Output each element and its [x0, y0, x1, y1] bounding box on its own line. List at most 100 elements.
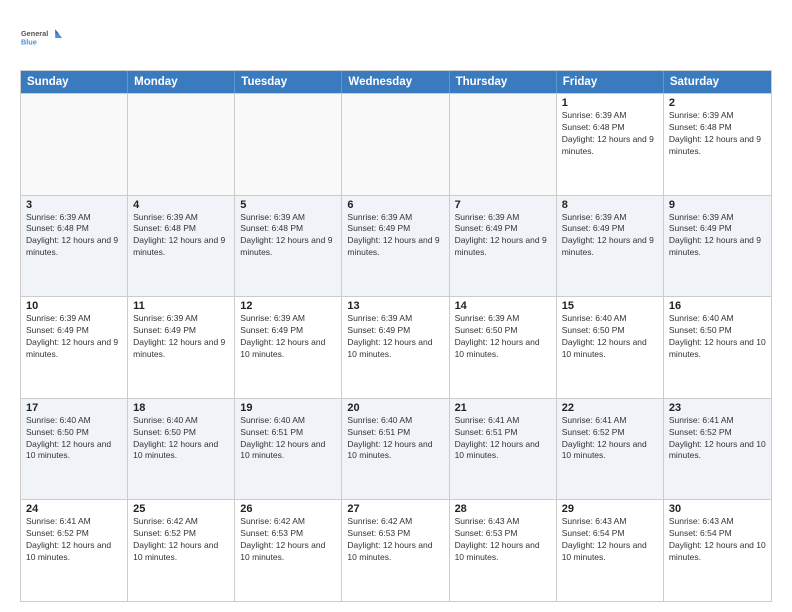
day-number: 15: [562, 300, 658, 312]
day-cell: 25Sunrise: 6:42 AMSunset: 6:52 PMDayligh…: [128, 500, 235, 601]
day-number: 16: [669, 300, 766, 312]
weekday-header: Saturday: [664, 71, 771, 93]
page: General Blue SundayMondayTuesdayWednesda…: [0, 0, 792, 612]
day-number: 28: [455, 503, 551, 515]
day-number: 19: [240, 402, 336, 414]
day-cell: 29Sunrise: 6:43 AMSunset: 6:54 PMDayligh…: [557, 500, 664, 601]
day-info: Sunrise: 6:39 AMSunset: 6:48 PMDaylight:…: [562, 110, 658, 158]
day-info: Sunrise: 6:39 AMSunset: 6:48 PMDaylight:…: [133, 212, 229, 260]
day-number: 3: [26, 199, 122, 211]
weekday-header: Thursday: [450, 71, 557, 93]
day-number: 6: [347, 199, 443, 211]
day-cell: 4Sunrise: 6:39 AMSunset: 6:48 PMDaylight…: [128, 196, 235, 297]
day-info: Sunrise: 6:43 AMSunset: 6:54 PMDaylight:…: [562, 516, 658, 564]
day-number: 23: [669, 402, 766, 414]
day-cell: 13Sunrise: 6:39 AMSunset: 6:49 PMDayligh…: [342, 297, 449, 398]
day-info: Sunrise: 6:39 AMSunset: 6:49 PMDaylight:…: [455, 212, 551, 260]
day-info: Sunrise: 6:41 AMSunset: 6:52 PMDaylight:…: [669, 415, 766, 463]
day-cell: 20Sunrise: 6:40 AMSunset: 6:51 PMDayligh…: [342, 399, 449, 500]
day-info: Sunrise: 6:39 AMSunset: 6:48 PMDaylight:…: [26, 212, 122, 260]
day-number: 9: [669, 199, 766, 211]
empty-cell: [21, 94, 128, 195]
day-cell: 12Sunrise: 6:39 AMSunset: 6:49 PMDayligh…: [235, 297, 342, 398]
day-number: 8: [562, 199, 658, 211]
day-number: 5: [240, 199, 336, 211]
day-number: 12: [240, 300, 336, 312]
day-info: Sunrise: 6:39 AMSunset: 6:49 PMDaylight:…: [562, 212, 658, 260]
day-info: Sunrise: 6:40 AMSunset: 6:50 PMDaylight:…: [133, 415, 229, 463]
day-number: 22: [562, 402, 658, 414]
day-info: Sunrise: 6:40 AMSunset: 6:51 PMDaylight:…: [240, 415, 336, 463]
day-cell: 2Sunrise: 6:39 AMSunset: 6:48 PMDaylight…: [664, 94, 771, 195]
day-info: Sunrise: 6:39 AMSunset: 6:49 PMDaylight:…: [26, 313, 122, 361]
weekday-header: Wednesday: [342, 71, 449, 93]
day-cell: 8Sunrise: 6:39 AMSunset: 6:49 PMDaylight…: [557, 196, 664, 297]
day-info: Sunrise: 6:39 AMSunset: 6:50 PMDaylight:…: [455, 313, 551, 361]
day-cell: 1Sunrise: 6:39 AMSunset: 6:48 PMDaylight…: [557, 94, 664, 195]
day-number: 21: [455, 402, 551, 414]
day-number: 24: [26, 503, 122, 515]
day-info: Sunrise: 6:42 AMSunset: 6:52 PMDaylight:…: [133, 516, 229, 564]
day-number: 11: [133, 300, 229, 312]
logo-svg: General Blue: [20, 16, 64, 60]
day-cell: 7Sunrise: 6:39 AMSunset: 6:49 PMDaylight…: [450, 196, 557, 297]
svg-text:General: General: [21, 29, 48, 38]
day-number: 10: [26, 300, 122, 312]
weekday-header: Friday: [557, 71, 664, 93]
calendar: SundayMondayTuesdayWednesdayThursdayFrid…: [20, 70, 772, 602]
day-number: 1: [562, 97, 658, 109]
calendar-header: SundayMondayTuesdayWednesdayThursdayFrid…: [21, 71, 771, 93]
weekday-header: Sunday: [21, 71, 128, 93]
day-cell: 6Sunrise: 6:39 AMSunset: 6:49 PMDaylight…: [342, 196, 449, 297]
calendar-row: 10Sunrise: 6:39 AMSunset: 6:49 PMDayligh…: [21, 296, 771, 398]
day-cell: 5Sunrise: 6:39 AMSunset: 6:48 PMDaylight…: [235, 196, 342, 297]
day-info: Sunrise: 6:41 AMSunset: 6:52 PMDaylight:…: [26, 516, 122, 564]
day-cell: 11Sunrise: 6:39 AMSunset: 6:49 PMDayligh…: [128, 297, 235, 398]
empty-cell: [128, 94, 235, 195]
day-cell: 9Sunrise: 6:39 AMSunset: 6:49 PMDaylight…: [664, 196, 771, 297]
weekday-header: Tuesday: [235, 71, 342, 93]
day-number: 30: [669, 503, 766, 515]
day-cell: 15Sunrise: 6:40 AMSunset: 6:50 PMDayligh…: [557, 297, 664, 398]
day-info: Sunrise: 6:43 AMSunset: 6:54 PMDaylight:…: [669, 516, 766, 564]
day-info: Sunrise: 6:41 AMSunset: 6:51 PMDaylight:…: [455, 415, 551, 463]
day-cell: 23Sunrise: 6:41 AMSunset: 6:52 PMDayligh…: [664, 399, 771, 500]
day-cell: 27Sunrise: 6:42 AMSunset: 6:53 PMDayligh…: [342, 500, 449, 601]
day-cell: 26Sunrise: 6:42 AMSunset: 6:53 PMDayligh…: [235, 500, 342, 601]
day-number: 26: [240, 503, 336, 515]
day-number: 13: [347, 300, 443, 312]
logo: General Blue: [20, 16, 64, 60]
day-cell: 19Sunrise: 6:40 AMSunset: 6:51 PMDayligh…: [235, 399, 342, 500]
day-info: Sunrise: 6:40 AMSunset: 6:50 PMDaylight:…: [562, 313, 658, 361]
day-number: 2: [669, 97, 766, 109]
calendar-row: 17Sunrise: 6:40 AMSunset: 6:50 PMDayligh…: [21, 398, 771, 500]
day-cell: 24Sunrise: 6:41 AMSunset: 6:52 PMDayligh…: [21, 500, 128, 601]
day-info: Sunrise: 6:43 AMSunset: 6:53 PMDaylight:…: [455, 516, 551, 564]
day-info: Sunrise: 6:39 AMSunset: 6:49 PMDaylight:…: [669, 212, 766, 260]
day-number: 20: [347, 402, 443, 414]
day-info: Sunrise: 6:42 AMSunset: 6:53 PMDaylight:…: [240, 516, 336, 564]
day-cell: 18Sunrise: 6:40 AMSunset: 6:50 PMDayligh…: [128, 399, 235, 500]
day-cell: 10Sunrise: 6:39 AMSunset: 6:49 PMDayligh…: [21, 297, 128, 398]
day-info: Sunrise: 6:40 AMSunset: 6:51 PMDaylight:…: [347, 415, 443, 463]
empty-cell: [450, 94, 557, 195]
day-number: 7: [455, 199, 551, 211]
day-info: Sunrise: 6:39 AMSunset: 6:49 PMDaylight:…: [240, 313, 336, 361]
calendar-row: 3Sunrise: 6:39 AMSunset: 6:48 PMDaylight…: [21, 195, 771, 297]
day-info: Sunrise: 6:41 AMSunset: 6:52 PMDaylight:…: [562, 415, 658, 463]
calendar-row: 1Sunrise: 6:39 AMSunset: 6:48 PMDaylight…: [21, 93, 771, 195]
day-info: Sunrise: 6:40 AMSunset: 6:50 PMDaylight:…: [26, 415, 122, 463]
svg-text:Blue: Blue: [21, 37, 37, 46]
day-number: 25: [133, 503, 229, 515]
day-number: 18: [133, 402, 229, 414]
day-number: 14: [455, 300, 551, 312]
day-info: Sunrise: 6:39 AMSunset: 6:48 PMDaylight:…: [669, 110, 766, 158]
day-number: 27: [347, 503, 443, 515]
empty-cell: [235, 94, 342, 195]
calendar-row: 24Sunrise: 6:41 AMSunset: 6:52 PMDayligh…: [21, 499, 771, 601]
day-cell: 22Sunrise: 6:41 AMSunset: 6:52 PMDayligh…: [557, 399, 664, 500]
day-info: Sunrise: 6:39 AMSunset: 6:49 PMDaylight:…: [347, 212, 443, 260]
day-info: Sunrise: 6:39 AMSunset: 6:48 PMDaylight:…: [240, 212, 336, 260]
empty-cell: [342, 94, 449, 195]
day-cell: 30Sunrise: 6:43 AMSunset: 6:54 PMDayligh…: [664, 500, 771, 601]
